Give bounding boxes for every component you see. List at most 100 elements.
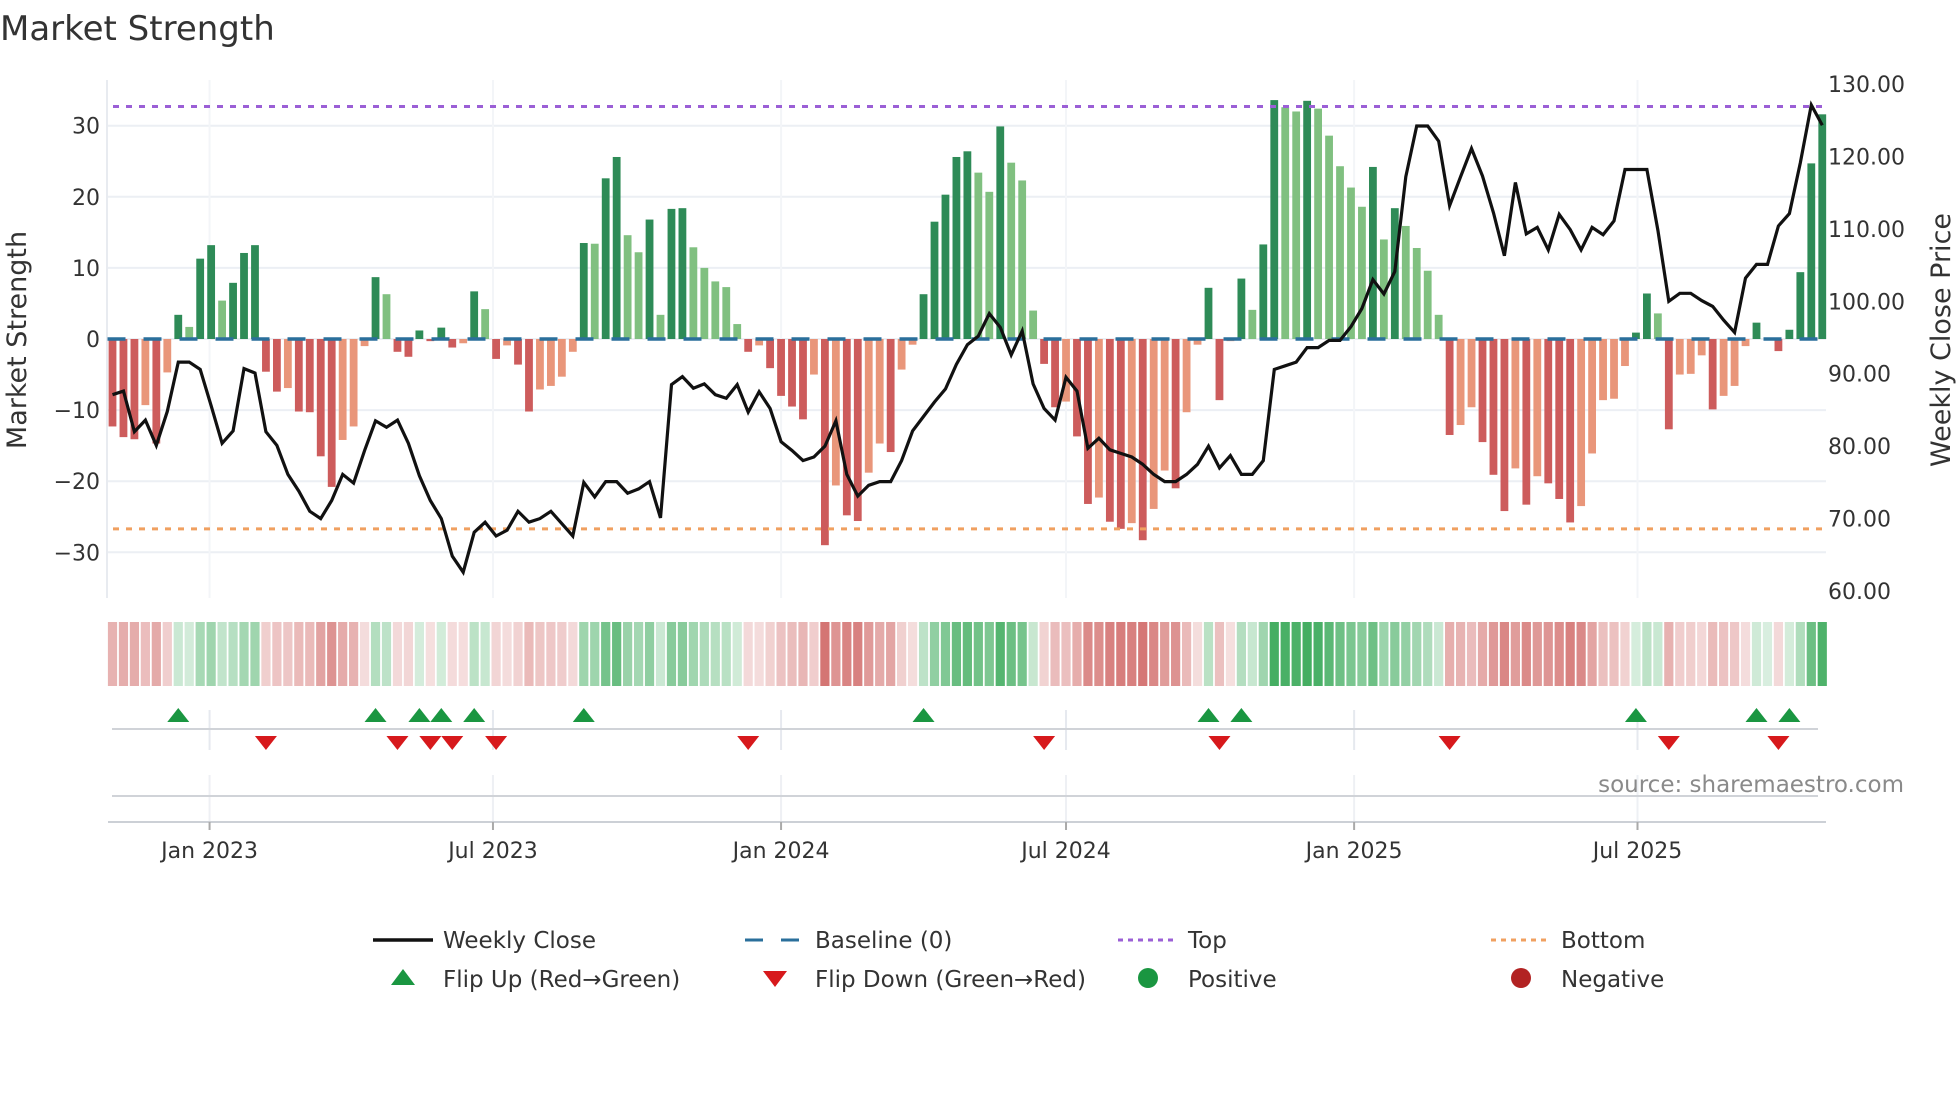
left-tick-label: −20	[54, 470, 100, 495]
strip-cell	[118, 622, 129, 686]
strip-cell	[140, 622, 150, 686]
strip-cell	[217, 622, 227, 686]
positive-bar	[481, 309, 490, 339]
positive-bar	[1643, 293, 1651, 339]
strip-cell	[1258, 622, 1268, 686]
negative-bar	[536, 339, 544, 390]
right-axis-ticks: 130.00 120.00 110.00 100.00 90.00 80.00 70.00 6…	[1828, 73, 1905, 605]
strip-cell	[1401, 622, 1411, 686]
flip-up-marker	[1745, 708, 1768, 722]
negative-bar	[1456, 339, 1465, 426]
strip-cell	[1006, 622, 1016, 686]
strip-cell	[809, 622, 819, 686]
strip-cell	[162, 622, 172, 686]
strip-cell	[184, 622, 194, 686]
flip-up-marker	[572, 708, 595, 722]
strip-cell	[403, 622, 414, 686]
strip-cell	[623, 622, 633, 686]
negative-bar	[842, 339, 851, 516]
strip-cell	[349, 622, 359, 686]
strip-cell	[787, 622, 797, 686]
strip-cell	[721, 622, 731, 686]
strip-cell	[239, 622, 249, 686]
left-tick-label: 20	[72, 186, 100, 211]
positive-bar	[1303, 100, 1312, 339]
strip-cell	[886, 622, 896, 686]
negative-bar	[1500, 339, 1509, 512]
positive-bar	[952, 156, 961, 339]
strip-cell	[973, 622, 983, 686]
positive-bar	[1029, 310, 1038, 339]
strip-cell	[1247, 622, 1257, 686]
flip-up-marker	[912, 708, 935, 722]
strength-heat-strip	[107, 622, 1827, 686]
right-tick-label: 100.00	[1828, 290, 1905, 315]
strip-cell	[853, 622, 863, 686]
strip-cell	[984, 622, 994, 686]
strip-cell	[1455, 622, 1466, 686]
flip-down-marker	[1657, 736, 1680, 750]
positive-bar	[1752, 322, 1761, 339]
strip-cell	[677, 622, 688, 686]
strip-cell	[1313, 622, 1323, 686]
negative-bar	[1774, 339, 1783, 352]
left-tick-label: 10	[72, 257, 100, 282]
strip-cell	[962, 622, 972, 686]
negative-bar	[831, 339, 840, 486]
negative-bar	[448, 339, 457, 348]
strip-cell	[1719, 622, 1729, 686]
negative-bar	[1555, 339, 1564, 499]
strip-cell	[1598, 622, 1608, 686]
strip-cell	[469, 622, 479, 686]
positive-bar	[174, 314, 183, 339]
strip-cell	[907, 622, 918, 686]
strip-cell	[1368, 622, 1378, 686]
positive-bar	[1314, 108, 1322, 339]
strip-cell	[1806, 622, 1816, 686]
positive-bar	[1347, 187, 1355, 339]
negative-bar	[810, 339, 818, 375]
flip-up-marker	[1778, 708, 1801, 722]
negative-bar	[514, 339, 522, 365]
x-tick-label: Jan 2025	[1304, 839, 1403, 864]
negative-legend-icon	[1511, 968, 1531, 988]
strip-cell	[327, 622, 337, 686]
strip-cell	[1171, 622, 1181, 686]
negative-bar	[864, 339, 873, 473]
positive-bar	[1401, 225, 1410, 339]
flip-up-marker	[364, 708, 387, 722]
strip-cell	[436, 622, 446, 686]
positive-bar	[590, 243, 599, 339]
strip-cell	[1423, 622, 1433, 686]
strip-cell	[1412, 622, 1422, 686]
strip-cell	[1357, 622, 1367, 686]
flip-down-legend-icon	[763, 971, 787, 987]
negative-bar	[1675, 339, 1684, 375]
positive-bar	[1325, 135, 1333, 339]
x-tick-label: Jul 2024	[1019, 839, 1111, 864]
strip-cell	[601, 622, 611, 686]
flip-down-marker	[441, 736, 464, 750]
strip-cell	[666, 622, 677, 686]
strip-cell	[195, 622, 205, 686]
x-tick-label: Jan 2023	[159, 839, 258, 864]
strip-cell	[1181, 622, 1192, 686]
strip-cell	[1302, 622, 1312, 686]
legend-label-positive: Positive	[1188, 967, 1277, 993]
strip-cell	[1017, 622, 1027, 686]
negative-bar	[1566, 339, 1575, 523]
strip-cell	[206, 622, 216, 686]
strip-cell	[875, 622, 885, 686]
negative-bar	[163, 339, 172, 373]
strip-cell	[590, 622, 600, 686]
source-note: source: sharemaestro.com	[1598, 772, 1904, 798]
positive-bar	[678, 208, 687, 339]
negative-bar	[1599, 339, 1607, 401]
negative-bar	[459, 339, 468, 344]
positive-bar	[1259, 244, 1268, 339]
strip-cell	[294, 622, 304, 686]
strip-cell	[480, 622, 490, 686]
flip-up-marker	[430, 708, 453, 722]
left-axis-ticks: 30 20 10 0 −10 −20 −30	[54, 115, 100, 567]
positive-bar	[1434, 314, 1443, 339]
